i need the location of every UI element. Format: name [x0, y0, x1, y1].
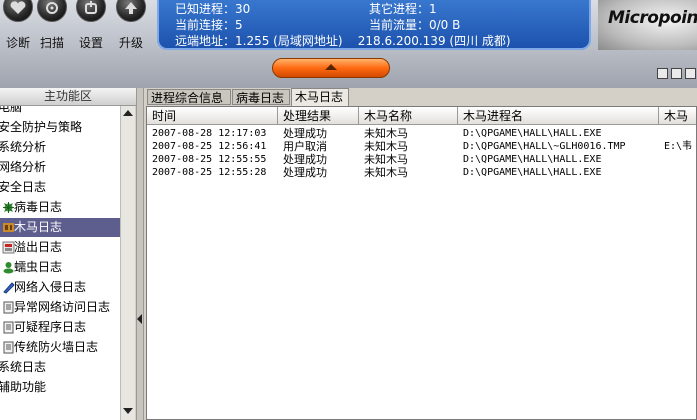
- table-cell: 2007-08-28 12:17:03: [152, 128, 267, 139]
- upgrade-label: 升级: [118, 36, 143, 50]
- collapse-panel-button[interactable]: [272, 58, 390, 78]
- maximize-view-button[interactable]: [685, 68, 696, 79]
- table-cell: 2007-08-25 12:55:55: [152, 154, 267, 165]
- table-cell: [664, 127, 696, 140]
- remote-address-text: 远端地址：1.255 (局域网地址) 218.6.200.139 (四川 成都): [175, 34, 511, 48]
- tree-item-label: 蠕虫日志: [14, 260, 63, 274]
- function-tree: 电脑安全防护与策略 系统分析网络分析安全日志病毒日志木马日志溢出日志蠕虫日志网络入…: [0, 106, 121, 420]
- tree-item[interactable]: 系统日志: [0, 358, 120, 377]
- status-panel: 已知进程：30 其它进程：1 当前连接：5 当前流量：0/0 B 远端地址：1.…: [157, 0, 591, 50]
- tree-item-label: 溢出日志: [14, 240, 63, 254]
- table-cell: [664, 153, 696, 166]
- table-cell: 处理成功: [283, 127, 327, 140]
- tree-item[interactable]: 安全日志: [0, 178, 120, 197]
- tree-item[interactable]: 蠕虫日志: [0, 258, 120, 277]
- scroll-up-icon[interactable]: [123, 110, 133, 116]
- table-cell: [664, 166, 696, 179]
- table-cell: 用户取消: [283, 140, 327, 153]
- table-row[interactable]: 2007-08-25 12:55:28 处理成功 未知木马 D:\QPGAME\HAL…: [147, 166, 696, 179]
- tree-item[interactable]: 安全防护与策略: [0, 118, 120, 137]
- tree-item[interactable]: 辅助功能: [0, 378, 120, 397]
- table-cell: D:\QPGAME\HALL\HALL.EXE: [463, 128, 602, 139]
- tree-item-label: 可疑程序日志: [14, 320, 87, 334]
- tree-item[interactable]: 异常网络访问日志: [0, 298, 120, 317]
- tree-scrollbar[interactable]: [120, 106, 135, 420]
- column-header[interactable]: 木马名称: [359, 107, 458, 125]
- table-cell: D:\QPGAME\HALL\HALL.EXE: [463, 167, 602, 178]
- upgrade-icon: [116, 0, 146, 22]
- trojan-log-table: 时间 处理结果 木马名称 木马进程名 木马 2007-08-28 12:17:03 处理成…: [146, 106, 697, 420]
- main-function-area-title: 主功能区: [0, 88, 136, 106]
- table-row[interactable]: 2007-08-25 12:55:55 处理成功 未知木马 D:\QPGAME\HAL…: [147, 153, 696, 166]
- tree-item[interactable]: 网络分析: [0, 158, 120, 177]
- tree-item[interactable]: 网络入侵日志: [0, 278, 120, 297]
- table-cell: 2007-08-25 12:55:28: [152, 167, 267, 178]
- current-traffic-text: 当前流量：0/0 B: [369, 18, 461, 32]
- upgrade-button[interactable]: 升级: [113, 0, 149, 52]
- tab[interactable]: 进程综合信息: [147, 89, 231, 105]
- settings-icon: [76, 0, 106, 22]
- column-header[interactable]: 处理结果: [278, 107, 359, 125]
- tree-item[interactable]: 木马日志: [0, 218, 120, 237]
- table-cell: 处理成功: [283, 153, 327, 166]
- table-cell: 2007-08-25 12:56:41: [152, 141, 267, 152]
- tree-item[interactable]: 病毒日志: [0, 198, 120, 217]
- current-connections-text: 当前连接：5: [175, 18, 243, 32]
- table-cell: 处理成功: [283, 166, 327, 179]
- tree-item-label: 电脑: [0, 106, 23, 114]
- collapse-arrow-icon: [325, 64, 337, 70]
- scan-button[interactable]: 扫描: [34, 0, 70, 52]
- settings-button[interactable]: 设置: [73, 0, 109, 52]
- tree-item-label: 系统日志: [0, 360, 47, 374]
- tab[interactable]: 木马日志: [291, 88, 349, 106]
- table-header: 时间 处理结果 木马名称 木马进程名 木马: [147, 107, 696, 125]
- splitter-left-arrow-icon[interactable]: [137, 314, 142, 324]
- tree-item-label: 辅助功能: [0, 380, 47, 394]
- tree-item-label: 异常网络访问日志: [14, 300, 111, 314]
- column-header[interactable]: 时间: [147, 107, 278, 125]
- header: 诊断 扫描 设置 升级 已知进程：30 其它进程：1 当前连接：5 当前流量：0…: [0, 0, 697, 88]
- restore-view-button[interactable]: [671, 68, 682, 79]
- known-processes-text: 已知进程：30: [175, 2, 251, 16]
- table-cell: D:\QPGAME\HALL\~GLH0016.TMP: [463, 141, 626, 152]
- other-processes-text: 其它进程：1: [369, 2, 437, 16]
- tree-item-label: 系统分析: [0, 140, 47, 154]
- table-cell: 未知木马: [364, 166, 408, 179]
- tree-item-label: 病毒日志: [14, 200, 63, 214]
- tree-item[interactable]: 可疑程序日志: [0, 318, 120, 337]
- tree-item[interactable]: 电脑: [0, 106, 120, 117]
- column-header[interactable]: 木马进程名: [458, 107, 659, 125]
- table-row[interactable]: 2007-08-25 12:56:41 用户取消 未知木马 D:\QPGAME\HAL…: [147, 140, 696, 153]
- table-cell: E:\韦: [664, 141, 693, 152]
- log-tabs: 进程综合信息 病毒日志 木马日志: [146, 88, 697, 106]
- column-header[interactable]: 木马: [659, 107, 696, 125]
- tree-item[interactable]: 溢出日志: [0, 238, 120, 257]
- micropoint-logo: Micropoint: [598, 0, 697, 50]
- tree-item-label: 安全日志: [0, 180, 47, 194]
- table-cell: 未知木马: [364, 140, 408, 153]
- table-row[interactable]: 2007-08-28 12:17:03 处理成功 未知木马 D:\QPGAME\HAL…: [147, 127, 696, 140]
- tab[interactable]: 病毒日志: [232, 89, 290, 105]
- tree-item[interactable]: 系统分析: [0, 138, 120, 157]
- diagnose-icon: [3, 0, 33, 22]
- minimize-view-button[interactable]: [657, 68, 668, 79]
- logo-text: Micropoint: [608, 8, 697, 28]
- table-cell: D:\QPGAME\HALL\HALL.EXE: [463, 154, 602, 165]
- scroll-down-icon[interactable]: [123, 408, 133, 414]
- table-cell: 未知木马: [364, 153, 408, 166]
- tree-item-label: 网络分析: [0, 160, 47, 174]
- table-cell: 未知木马: [364, 127, 408, 140]
- panel-splitter[interactable]: [136, 88, 144, 420]
- tree-item[interactable]: 传统防火墙日志: [0, 338, 120, 357]
- tree-item-label: 传统防火墙日志: [14, 340, 99, 354]
- tree-item-label: 安全防护与策略: [0, 120, 83, 134]
- left-panel: 主功能区 电脑安全防护与策略 系统分析网络分析安全日志病毒日志木马日志溢出日志蠕虫…: [0, 88, 136, 420]
- tree-item-label: 网络入侵日志: [14, 280, 87, 294]
- scan-icon: [37, 0, 67, 22]
- tree-item-label: 木马日志: [14, 220, 63, 234]
